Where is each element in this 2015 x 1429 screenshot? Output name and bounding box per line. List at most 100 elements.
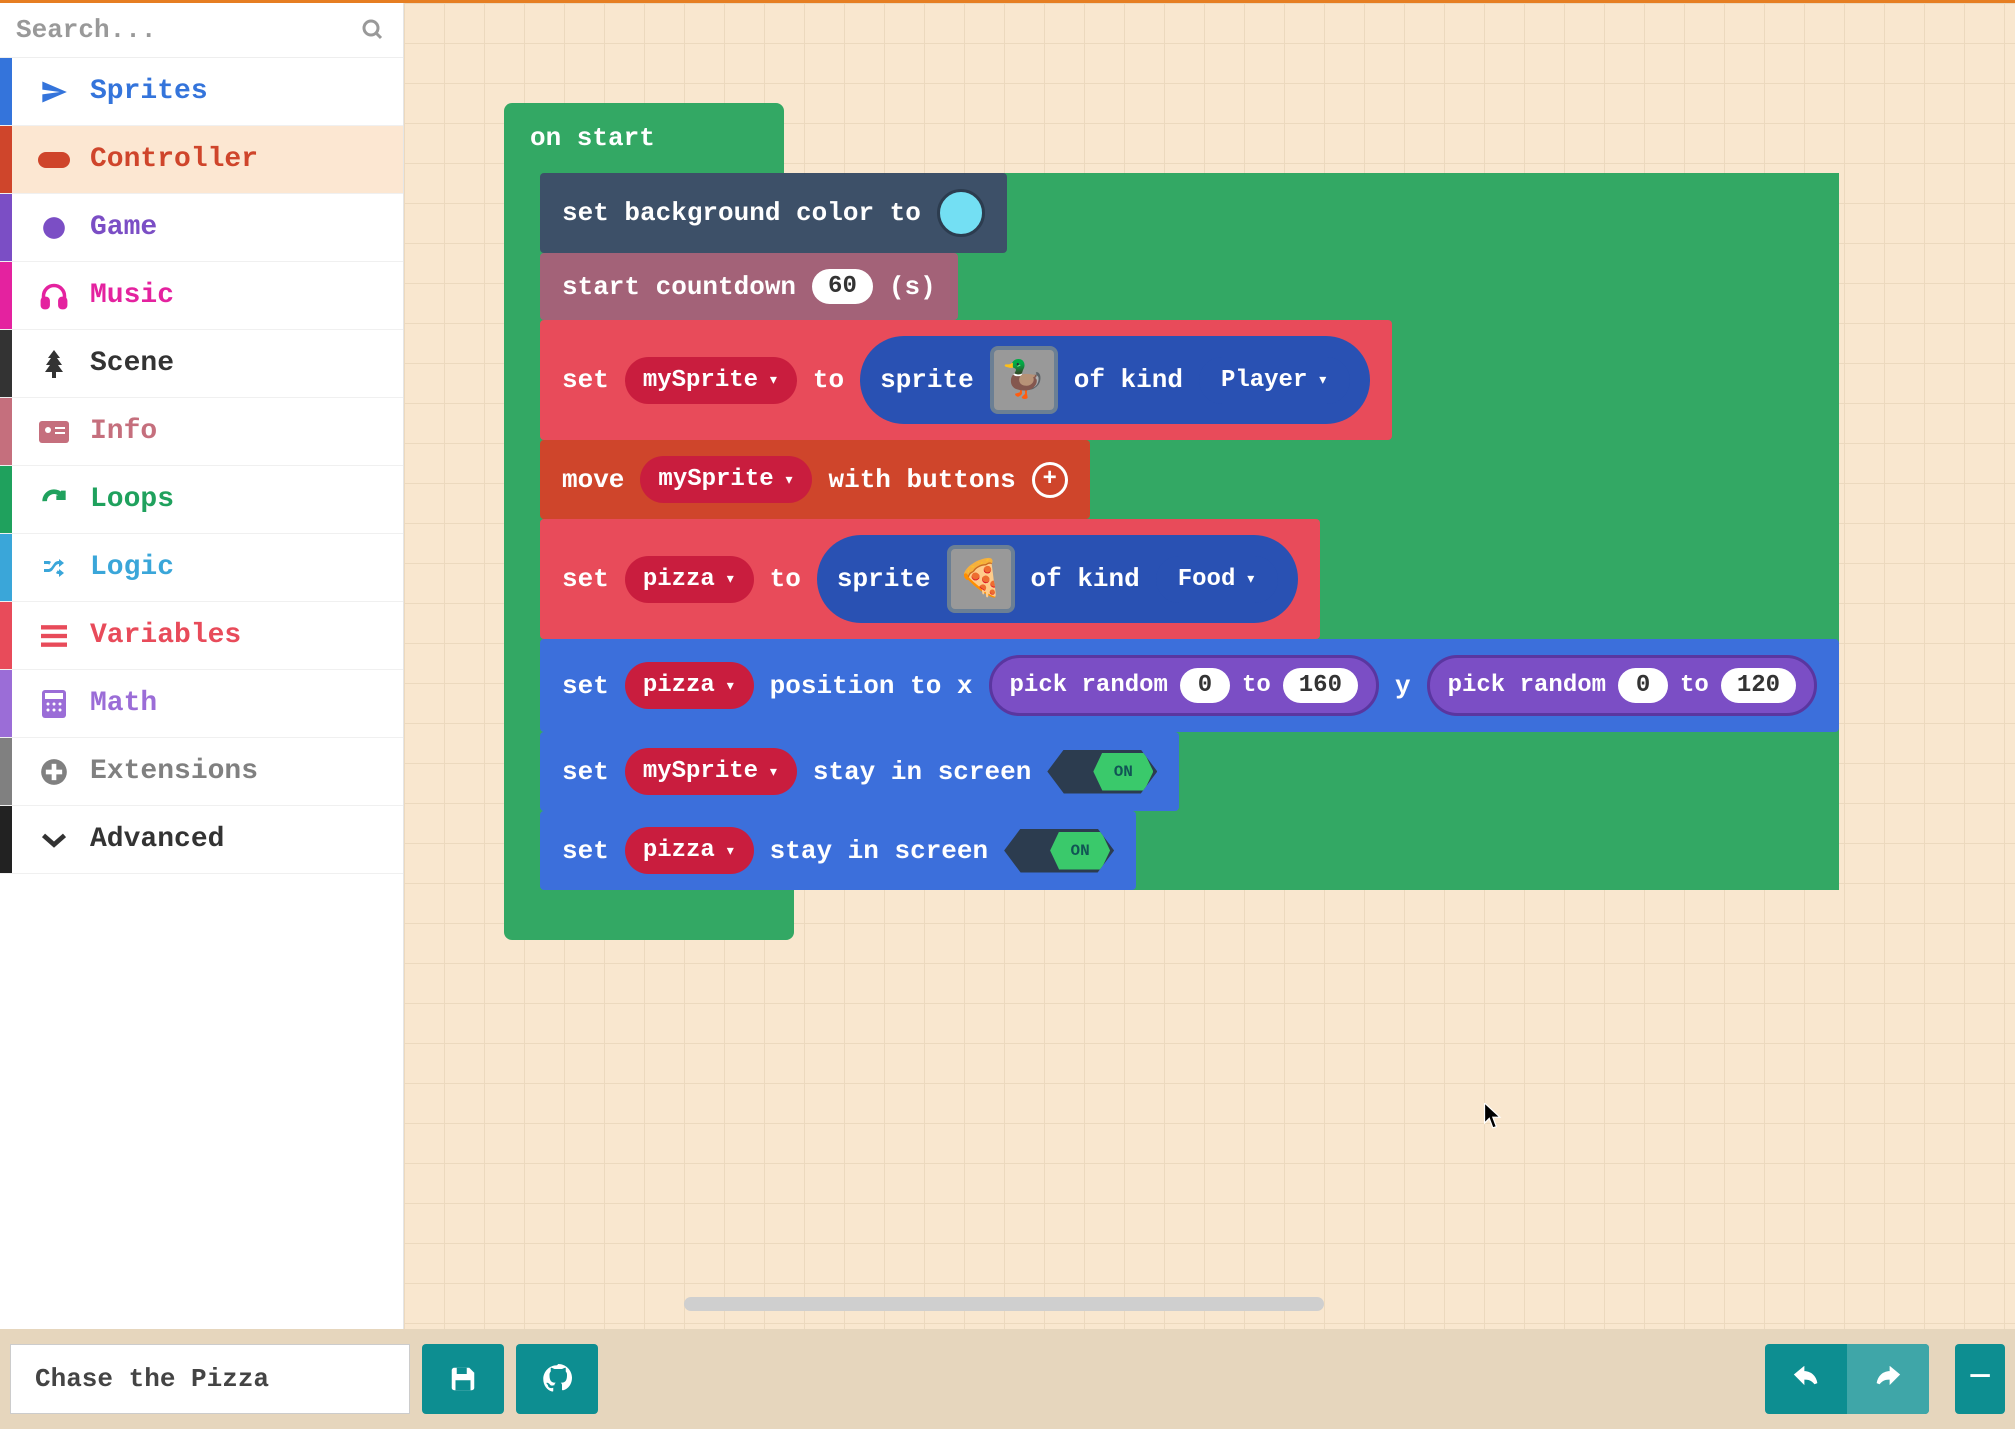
redo-icon	[1873, 1366, 1903, 1392]
block-text: set	[562, 564, 609, 594]
chevron-down-icon: ▾	[725, 840, 736, 862]
headphones-icon	[32, 282, 76, 310]
list-icon	[32, 622, 76, 650]
cat-loops[interactable]: Loops	[0, 466, 403, 534]
block-text: to	[813, 365, 844, 395]
chevron-down-icon	[32, 826, 76, 854]
block-text: stay in screen	[813, 757, 1031, 787]
cat-extensions[interactable]: Extensions	[0, 738, 403, 806]
var-dropdown[interactable]: mySprite▾	[640, 456, 812, 503]
block-text: y	[1395, 671, 1411, 701]
var-dropdown[interactable]: pizza▾	[625, 662, 754, 709]
color-picker[interactable]	[937, 189, 985, 237]
block-text: (s)	[889, 272, 936, 302]
category-list: Sprites Controller Game Music	[0, 58, 403, 1329]
circle-icon	[32, 214, 76, 242]
search-input[interactable]	[16, 15, 351, 45]
gamepad-icon	[32, 146, 76, 174]
cat-scene[interactable]: Scene	[0, 330, 403, 398]
countdown-value[interactable]: 60	[812, 269, 873, 304]
undo-button[interactable]	[1765, 1344, 1847, 1414]
cat-advanced[interactable]: Advanced	[0, 806, 403, 874]
cat-controller[interactable]: Controller	[0, 126, 403, 194]
zoom-out-button[interactable]: −	[1955, 1344, 2005, 1414]
block-text: with buttons	[828, 465, 1015, 495]
sidebar: Sprites Controller Game Music	[0, 3, 404, 1329]
minus-icon: −	[1968, 1357, 1992, 1402]
on-start-hat[interactable]: on start	[504, 103, 784, 173]
advanced-label: Advanced	[90, 824, 224, 855]
block-text: set	[562, 836, 609, 866]
pill-text: of kind	[1074, 365, 1183, 395]
cat-music[interactable]: Music	[0, 262, 403, 330]
block-move-buttons[interactable]: move mySprite▾ with buttons +	[540, 440, 1090, 519]
block-set-mysprite[interactable]: set mySprite▾ to sprite 🦆 of kind Player…	[540, 320, 1392, 440]
num-input[interactable]: 0	[1180, 668, 1230, 703]
kind-dropdown[interactable]: Food▾	[1156, 556, 1278, 603]
cat-math[interactable]: Math	[0, 670, 403, 738]
var-dropdown[interactable]: mySprite▾	[625, 748, 797, 795]
cat-label: Logic	[90, 552, 174, 583]
cat-label: Loops	[90, 484, 174, 515]
sprite-create-pill: sprite 🍕 of kind Food▾	[817, 535, 1298, 623]
cat-label: Info	[90, 416, 157, 447]
sprite-image-picker[interactable]: 🦆	[990, 346, 1058, 414]
hat-block-footer[interactable]	[504, 890, 794, 940]
cat-label: Sprites	[90, 76, 208, 107]
redo-button[interactable]	[1847, 1344, 1929, 1414]
pick-random-x[interactable]: pick random 0 to 160	[989, 655, 1379, 716]
cat-label: Variables	[90, 620, 241, 651]
expand-block-icon[interactable]: +	[1032, 462, 1068, 498]
block-text: set	[562, 671, 609, 701]
toggle-on-off[interactable]: ON	[1047, 750, 1157, 794]
project-name-input[interactable]	[10, 1344, 410, 1414]
chevron-down-icon: ▾	[768, 761, 779, 783]
github-button[interactable]	[516, 1344, 598, 1414]
toggle-label: ON	[1093, 753, 1153, 791]
var-dropdown[interactable]: pizza▾	[625, 556, 754, 603]
cat-label: Extensions	[90, 756, 258, 787]
bottom-toolbar: −	[0, 1329, 2015, 1429]
block-text: to	[770, 564, 801, 594]
calculator-icon	[32, 690, 76, 718]
workspace-stack: on start set background color to start c…	[504, 103, 1839, 940]
block-set-pizza[interactable]: set pizza▾ to sprite 🍕 of kind Food▾	[540, 519, 1320, 639]
block-countdown[interactable]: start countdown 60 (s)	[540, 253, 958, 320]
pill-text: of kind	[1031, 564, 1140, 594]
num-input[interactable]: 160	[1283, 668, 1358, 703]
pick-random-y[interactable]: pick random 0 to 120	[1427, 655, 1817, 716]
shuffle-icon	[32, 554, 76, 582]
cat-sprites[interactable]: Sprites	[0, 58, 403, 126]
toggle-on-off[interactable]: ON	[1004, 829, 1114, 873]
pill-text: sprite	[837, 564, 931, 594]
block-stay-screen-pizza[interactable]: set pizza▾ stay in screen ON	[540, 811, 1136, 890]
block-text: move	[562, 465, 624, 495]
cat-variables[interactable]: Variables	[0, 602, 403, 670]
block-text: position to x	[770, 671, 973, 701]
block-text: start countdown	[562, 272, 796, 302]
var-dropdown[interactable]: mySprite▾	[625, 357, 797, 404]
var-dropdown[interactable]: pizza▾	[625, 827, 754, 874]
search-icon[interactable]	[351, 18, 395, 42]
cat-logic[interactable]: Logic	[0, 534, 403, 602]
sprite-image-picker[interactable]: 🍕	[947, 545, 1015, 613]
chevron-down-icon: ▾	[1317, 369, 1328, 391]
block-stay-screen-mysprite[interactable]: set mySprite▾ stay in screen ON	[540, 732, 1179, 811]
horizontal-scrollbar[interactable]	[684, 1297, 1324, 1311]
num-input[interactable]: 120	[1721, 668, 1796, 703]
block-text: stay in screen	[770, 836, 988, 866]
block-set-position[interactable]: set pizza▾ position to x pick random 0 t…	[540, 639, 1839, 732]
plus-circle-icon	[32, 758, 76, 786]
cat-label: Controller	[90, 144, 258, 175]
block-set-bg-color[interactable]: set background color to	[540, 173, 1007, 253]
save-button[interactable]	[422, 1344, 504, 1414]
block-canvas[interactable]: on start set background color to start c…	[404, 3, 2015, 1329]
num-input[interactable]: 0	[1618, 668, 1668, 703]
cat-label: Music	[90, 280, 174, 311]
main-area: Sprites Controller Game Music	[0, 3, 2015, 1329]
cat-game[interactable]: Game	[0, 194, 403, 262]
github-icon	[542, 1364, 572, 1394]
kind-dropdown[interactable]: Player▾	[1199, 357, 1350, 404]
paper-plane-icon	[32, 78, 76, 106]
cat-info[interactable]: Info	[0, 398, 403, 466]
